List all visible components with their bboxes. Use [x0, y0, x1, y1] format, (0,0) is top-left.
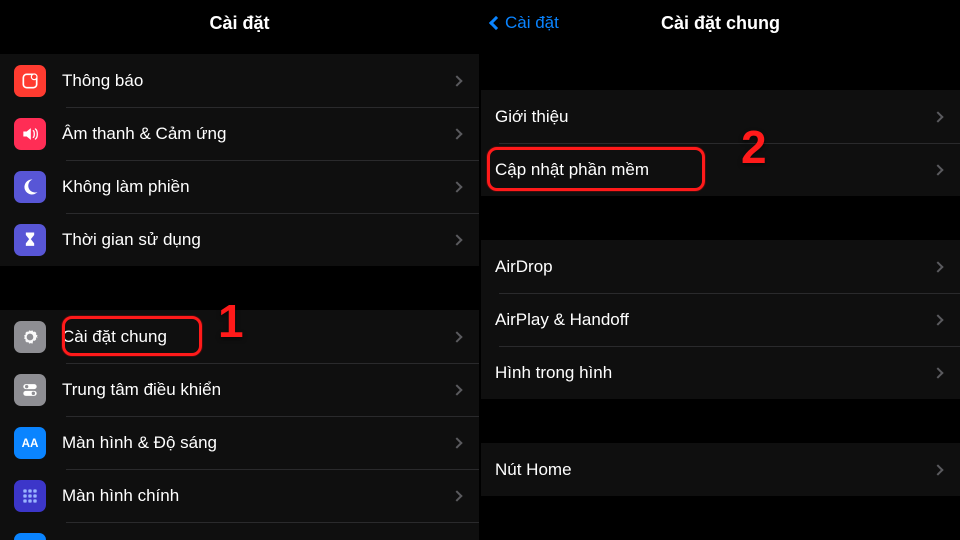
row-label: Giới thiệu — [495, 107, 934, 127]
back-label: Cài đặt — [505, 13, 559, 33]
general-pane: Cài đặt Cài đặt chung Giới thiệu Cập nhậ… — [481, 0, 960, 540]
row-label: Cập nhật phần mềm — [495, 160, 934, 180]
chevron-right-icon — [932, 464, 943, 475]
row-label: AirDrop — [495, 257, 934, 277]
page-title: Cài đặt chung — [661, 13, 780, 34]
row-display[interactable]: AA Màn hình & Độ sáng — [0, 416, 479, 469]
chevron-right-icon — [451, 490, 462, 501]
row-label: Hình trong hình — [495, 363, 934, 383]
row-label: Nút Home — [495, 460, 934, 480]
row-label: Màn hình & Độ sáng — [62, 433, 453, 453]
row-screentime[interactable]: Thời gian sử dụng — [0, 213, 479, 266]
row-home-screen[interactable]: Màn hình chính — [0, 469, 479, 522]
titlebar-left: Cài đặt — [0, 0, 479, 46]
settings-group-2: Cài đặt chung Trung tâm điều khiển AA Mà… — [0, 310, 479, 540]
chevron-right-icon — [932, 164, 943, 175]
row-label: Thông báo — [62, 71, 453, 91]
row-accessibility[interactable]: Trợ năng — [0, 522, 479, 540]
titlebar-right: Cài đặt Cài đặt chung — [481, 0, 960, 46]
chevron-right-icon — [932, 111, 943, 122]
row-label: Cài đặt chung — [62, 327, 453, 347]
row-label: Không làm phiền — [62, 177, 453, 197]
chevron-right-icon — [451, 331, 462, 342]
row-home-button[interactable]: Nút Home — [481, 443, 960, 496]
chevron-right-icon — [451, 181, 462, 192]
switches-icon — [14, 374, 46, 406]
back-button[interactable]: Cài đặt — [491, 0, 559, 46]
row-label: Trung tâm điều khiển — [62, 380, 453, 400]
chevron-right-icon — [451, 234, 462, 245]
gear-icon — [14, 321, 46, 353]
row-airplay[interactable]: AirPlay & Handoff — [481, 293, 960, 346]
settings-group-1: Thông báo Âm thanh & Cảm ứng Không làm p… — [0, 54, 479, 266]
access-icon — [14, 533, 46, 540]
chevron-right-icon — [451, 437, 462, 448]
chevron-right-icon — [932, 261, 943, 272]
hourglass-icon — [14, 224, 46, 256]
row-notifications[interactable]: Thông báo — [0, 54, 479, 107]
row-label: Âm thanh & Cảm ứng — [62, 124, 453, 144]
row-control-center[interactable]: Trung tâm điều khiển — [0, 363, 479, 416]
aa-icon: AA — [14, 427, 46, 459]
chevron-right-icon — [451, 384, 462, 395]
row-label: AirPlay & Handoff — [495, 310, 934, 330]
row-pip[interactable]: Hình trong hình — [481, 346, 960, 399]
grid-icon — [14, 480, 46, 512]
row-sounds[interactable]: Âm thanh & Cảm ứng — [0, 107, 479, 160]
notifications-icon — [14, 65, 46, 97]
row-label: Thời gian sử dụng — [62, 230, 453, 250]
chevron-right-icon — [932, 314, 943, 325]
svg-text:AA: AA — [22, 437, 39, 450]
page-title: Cài đặt — [209, 13, 269, 34]
row-software-update[interactable]: Cập nhật phần mềm — [481, 143, 960, 196]
general-group-2: AirDrop AirPlay & Handoff Hình trong hìn… — [481, 240, 960, 399]
moon-icon — [14, 171, 46, 203]
chevron-right-icon — [451, 75, 462, 86]
general-group-1: Giới thiệu Cập nhật phần mềm — [481, 90, 960, 196]
chevron-right-icon — [451, 128, 462, 139]
row-general[interactable]: Cài đặt chung — [0, 310, 479, 363]
row-airdrop[interactable]: AirDrop — [481, 240, 960, 293]
row-dnd[interactable]: Không làm phiền — [0, 160, 479, 213]
chevron-left-icon — [489, 16, 503, 30]
settings-root-pane: Cài đặt Thông báo Âm thanh & Cảm ứng — [0, 0, 481, 540]
general-group-3: Nút Home — [481, 443, 960, 496]
sound-icon — [14, 118, 46, 150]
row-about[interactable]: Giới thiệu — [481, 90, 960, 143]
chevron-right-icon — [932, 367, 943, 378]
row-label: Màn hình chính — [62, 486, 453, 506]
